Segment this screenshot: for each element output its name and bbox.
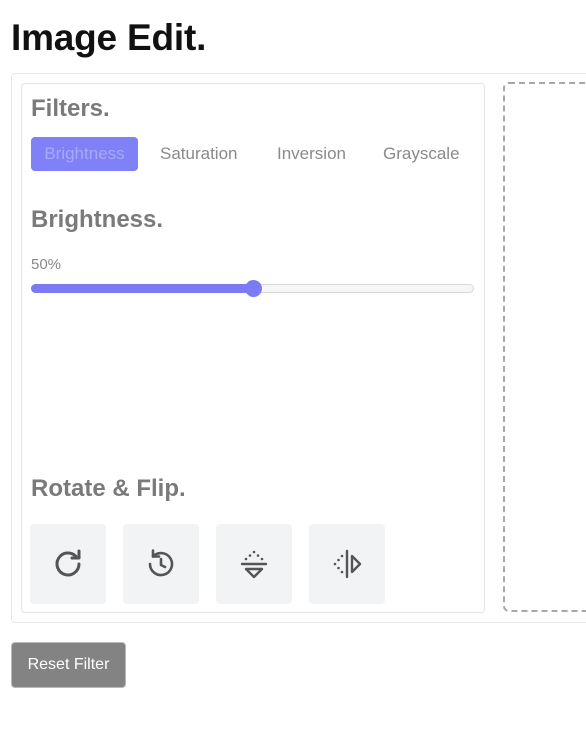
filters-title: Filters. [31, 95, 110, 122]
active-filter-name: Brightness. [31, 206, 164, 233]
filter-brightness-button[interactable]: Brightness [31, 137, 138, 171]
rotate-right-button[interactable] [30, 524, 106, 604]
image-editor-page: Image Edit. Filters. Brightness Saturati… [0, 0, 586, 737]
rotate-left-icon [143, 546, 179, 582]
slider-value-label: 50% [31, 256, 62, 273]
page-title: Image Edit. [11, 17, 207, 58]
rotate-right-icon [50, 546, 86, 582]
flip-horizontal-icon [329, 546, 365, 582]
rotate-flip-title: Rotate & Flip. [31, 475, 186, 502]
reset-filter-button[interactable]: Reset Filter [11, 642, 126, 688]
slider-fill [31, 284, 253, 293]
filter-saturation-button[interactable]: Saturation [160, 137, 238, 171]
image-preview-area[interactable] [503, 82, 586, 612]
flip-horizontal-button[interactable] [309, 524, 385, 604]
slider-thumb[interactable] [244, 280, 262, 297]
filter-inversion-button[interactable]: Inversion [277, 137, 346, 171]
flip-vertical-icon [236, 546, 272, 582]
filter-grayscale-button[interactable]: Grayscale [383, 137, 460, 171]
rotate-left-button[interactable] [123, 524, 199, 604]
flip-vertical-button[interactable] [216, 524, 292, 604]
